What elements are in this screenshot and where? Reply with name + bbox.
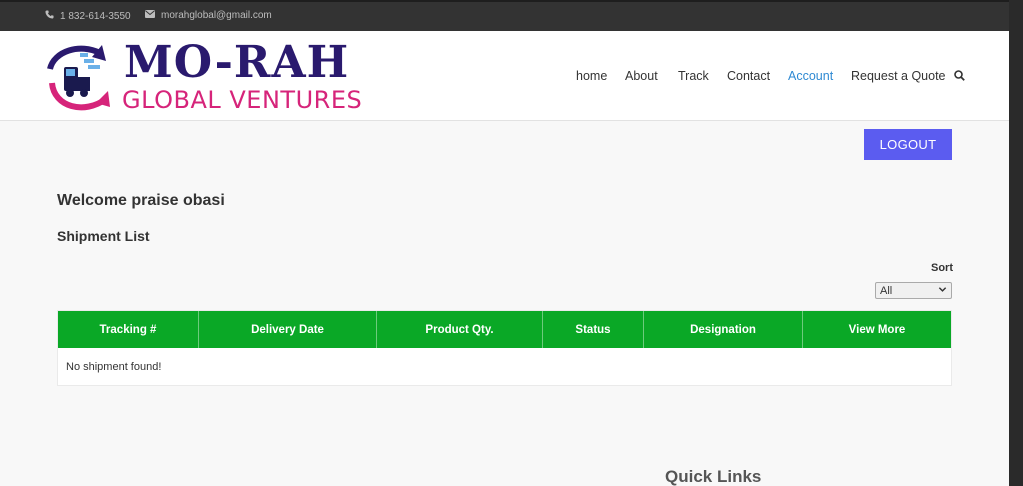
nav-item-home[interactable]: home — [576, 69, 607, 83]
search-icon[interactable] — [954, 70, 965, 84]
column-header-tracking: Tracking # — [58, 311, 199, 348]
shipment-table: Tracking # Delivery Date Product Qty. St… — [57, 310, 952, 386]
nav-item-request-quote[interactable]: Request a Quote — [851, 69, 946, 83]
column-header-product-qty: Product Qty. — [377, 311, 543, 348]
chevron-down-icon — [938, 285, 947, 297]
nav-item-track[interactable]: Track — [678, 69, 709, 83]
nav-item-contact[interactable]: Contact — [727, 69, 770, 83]
column-header-status: Status — [543, 311, 644, 348]
phone-contact[interactable]: 1 832-614-3550 — [45, 10, 131, 22]
logo-wordmark: MO-RAH — [124, 37, 350, 88]
table-empty-row: No shipment found! — [58, 348, 951, 385]
page-scrollbar[interactable] — [1009, 0, 1023, 486]
nav-item-about[interactable]: About — [625, 69, 658, 83]
site-logo[interactable]: MO-RAH GLOBAL VENTURES — [44, 37, 362, 115]
truck-logo-icon — [47, 45, 110, 111]
empty-message: No shipment found! — [66, 360, 162, 373]
quick-links-heading: Quick Links — [665, 467, 762, 486]
logout-button[interactable]: LOGOUT — [864, 129, 952, 160]
welcome-heading: Welcome praise obasi — [57, 192, 225, 209]
sort-selected-value: All — [880, 284, 893, 297]
sort-select[interactable]: All — [875, 282, 952, 299]
envelope-icon — [145, 10, 155, 21]
table-header-row: Tracking # Delivery Date Product Qty. St… — [58, 311, 951, 348]
logo-tagline: GLOBAL VENTURES — [122, 86, 363, 114]
column-header-designation: Designation — [644, 311, 803, 348]
site-header: MO-RAH GLOBAL VENTURES home About Track … — [0, 31, 1009, 121]
phone-icon — [45, 10, 54, 22]
sort-label: Sort — [931, 262, 953, 274]
email-contact[interactable]: morahglobal@gmail.com — [145, 10, 272, 21]
top-contact-bar: 1 832-614-3550 morahglobal@gmail.com — [0, 0, 1009, 31]
phone-number: 1 832-614-3550 — [60, 10, 131, 22]
shipment-list-heading: Shipment List — [57, 228, 150, 244]
nav-item-account[interactable]: Account — [788, 69, 833, 83]
column-header-view-more: View More — [848, 323, 906, 336]
email-address: morahglobal@gmail.com — [161, 10, 272, 21]
column-header-delivery-date: Delivery Date — [199, 311, 377, 348]
